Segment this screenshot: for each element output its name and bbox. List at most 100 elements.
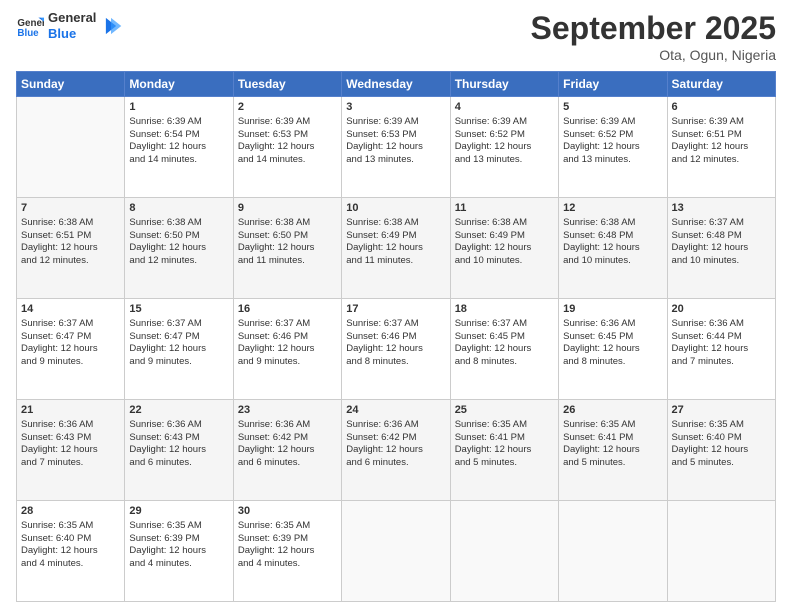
- day-info: Daylight: 12 hours: [672, 242, 771, 255]
- day-info: Daylight: 12 hours: [563, 242, 662, 255]
- day-info: Sunset: 6:46 PM: [346, 331, 445, 344]
- day-number: 19: [563, 302, 662, 317]
- day-number: 28: [21, 504, 120, 519]
- day-info: Sunrise: 6:38 AM: [238, 217, 337, 230]
- day-info: Daylight: 12 hours: [238, 545, 337, 558]
- logo-text-general: General: [48, 10, 96, 26]
- day-info: Daylight: 12 hours: [672, 141, 771, 154]
- day-number: 23: [238, 403, 337, 418]
- calendar-cell: 2Sunrise: 6:39 AMSunset: 6:53 PMDaylight…: [233, 97, 341, 198]
- calendar-cell: 16Sunrise: 6:37 AMSunset: 6:46 PMDayligh…: [233, 299, 341, 400]
- day-info: Sunset: 6:53 PM: [346, 129, 445, 142]
- day-info: Sunrise: 6:36 AM: [563, 318, 662, 331]
- day-info: Sunset: 6:41 PM: [455, 432, 554, 445]
- day-info: Sunrise: 6:37 AM: [129, 318, 228, 331]
- day-info: Daylight: 12 hours: [672, 343, 771, 356]
- day-info: and 10 minutes.: [563, 255, 662, 268]
- calendar-cell: 22Sunrise: 6:36 AMSunset: 6:43 PMDayligh…: [125, 400, 233, 501]
- day-info: Sunset: 6:51 PM: [21, 230, 120, 243]
- calendar-cell: 27Sunrise: 6:35 AMSunset: 6:40 PMDayligh…: [667, 400, 775, 501]
- calendar-cell: 3Sunrise: 6:39 AMSunset: 6:53 PMDaylight…: [342, 97, 450, 198]
- day-info: Sunrise: 6:35 AM: [129, 520, 228, 533]
- day-number: 30: [238, 504, 337, 519]
- day-number: 21: [21, 403, 120, 418]
- week-row-2: 7Sunrise: 6:38 AMSunset: 6:51 PMDaylight…: [17, 198, 776, 299]
- calendar-cell: 24Sunrise: 6:36 AMSunset: 6:42 PMDayligh…: [342, 400, 450, 501]
- day-info: Sunrise: 6:35 AM: [455, 419, 554, 432]
- day-info: Daylight: 12 hours: [238, 242, 337, 255]
- day-info: Sunset: 6:51 PM: [672, 129, 771, 142]
- day-info: Sunset: 6:46 PM: [238, 331, 337, 344]
- calendar-cell: [559, 501, 667, 602]
- day-info: and 7 minutes.: [21, 457, 120, 470]
- day-info: Daylight: 12 hours: [455, 343, 554, 356]
- title-section: September 2025 Ota, Ogun, Nigeria: [531, 10, 776, 63]
- day-number: 20: [672, 302, 771, 317]
- day-number: 2: [238, 100, 337, 115]
- day-info: and 9 minutes.: [129, 356, 228, 369]
- day-info: Daylight: 12 hours: [455, 242, 554, 255]
- day-number: 15: [129, 302, 228, 317]
- day-number: 22: [129, 403, 228, 418]
- day-number: 13: [672, 201, 771, 216]
- day-info: Daylight: 12 hours: [238, 444, 337, 457]
- calendar-cell: [450, 501, 558, 602]
- day-info: and 8 minutes.: [346, 356, 445, 369]
- day-info: Daylight: 12 hours: [21, 242, 120, 255]
- day-info: and 11 minutes.: [346, 255, 445, 268]
- day-number: 24: [346, 403, 445, 418]
- day-number: 12: [563, 201, 662, 216]
- day-info: Sunrise: 6:38 AM: [455, 217, 554, 230]
- day-info: and 8 minutes.: [563, 356, 662, 369]
- day-number: 4: [455, 100, 554, 115]
- day-info: and 12 minutes.: [672, 154, 771, 167]
- day-number: 17: [346, 302, 445, 317]
- day-info: Sunset: 6:45 PM: [563, 331, 662, 344]
- day-info: Daylight: 12 hours: [346, 343, 445, 356]
- day-info: Sunrise: 6:37 AM: [21, 318, 120, 331]
- day-number: 8: [129, 201, 228, 216]
- day-info: Sunrise: 6:39 AM: [455, 116, 554, 129]
- day-info: Sunrise: 6:38 AM: [563, 217, 662, 230]
- day-info: Daylight: 12 hours: [672, 444, 771, 457]
- calendar-cell: 18Sunrise: 6:37 AMSunset: 6:45 PMDayligh…: [450, 299, 558, 400]
- day-info: and 5 minutes.: [455, 457, 554, 470]
- calendar-cell: 15Sunrise: 6:37 AMSunset: 6:47 PMDayligh…: [125, 299, 233, 400]
- day-info: and 10 minutes.: [455, 255, 554, 268]
- day-info: Sunrise: 6:38 AM: [21, 217, 120, 230]
- day-info: and 13 minutes.: [455, 154, 554, 167]
- col-header-friday: Friday: [559, 72, 667, 97]
- day-info: Sunset: 6:39 PM: [238, 533, 337, 546]
- day-info: Sunset: 6:52 PM: [563, 129, 662, 142]
- col-header-wednesday: Wednesday: [342, 72, 450, 97]
- calendar-cell: 26Sunrise: 6:35 AMSunset: 6:41 PMDayligh…: [559, 400, 667, 501]
- day-info: Sunset: 6:43 PM: [129, 432, 228, 445]
- day-number: 27: [672, 403, 771, 418]
- day-info: Sunrise: 6:36 AM: [21, 419, 120, 432]
- day-info: Sunset: 6:40 PM: [21, 533, 120, 546]
- logo-text-blue: Blue: [48, 26, 96, 42]
- day-info: Sunrise: 6:39 AM: [563, 116, 662, 129]
- day-number: 3: [346, 100, 445, 115]
- calendar-cell: 11Sunrise: 6:38 AMSunset: 6:49 PMDayligh…: [450, 198, 558, 299]
- svg-text:Blue: Blue: [17, 27, 39, 38]
- calendar-cell: 25Sunrise: 6:35 AMSunset: 6:41 PMDayligh…: [450, 400, 558, 501]
- col-header-sunday: Sunday: [17, 72, 125, 97]
- day-info: Sunrise: 6:36 AM: [129, 419, 228, 432]
- day-info: Sunset: 6:41 PM: [563, 432, 662, 445]
- day-info: and 9 minutes.: [238, 356, 337, 369]
- day-info: Sunrise: 6:39 AM: [129, 116, 228, 129]
- day-info: Sunset: 6:48 PM: [563, 230, 662, 243]
- day-info: Sunset: 6:50 PM: [238, 230, 337, 243]
- day-number: 16: [238, 302, 337, 317]
- calendar-cell: 4Sunrise: 6:39 AMSunset: 6:52 PMDaylight…: [450, 97, 558, 198]
- day-info: Sunset: 6:43 PM: [21, 432, 120, 445]
- day-info: Sunrise: 6:36 AM: [238, 419, 337, 432]
- day-info: Sunset: 6:47 PM: [21, 331, 120, 344]
- day-info: Sunrise: 6:38 AM: [346, 217, 445, 230]
- day-info: Sunrise: 6:35 AM: [238, 520, 337, 533]
- calendar-cell: 21Sunrise: 6:36 AMSunset: 6:43 PMDayligh…: [17, 400, 125, 501]
- day-info: and 7 minutes.: [672, 356, 771, 369]
- day-info: and 4 minutes.: [21, 558, 120, 571]
- day-info: Daylight: 12 hours: [563, 343, 662, 356]
